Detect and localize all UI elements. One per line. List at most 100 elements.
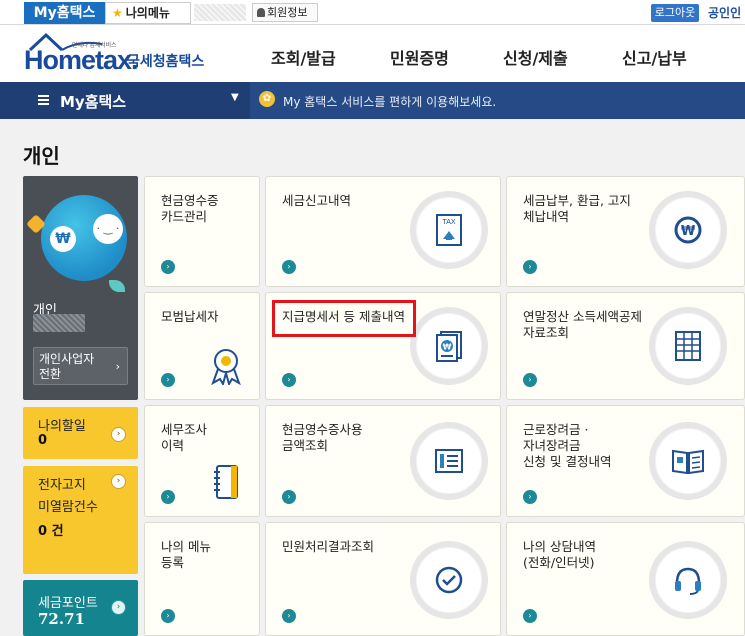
star-icon: ★ xyxy=(112,6,123,20)
unread-count-label: 미열람건수 xyxy=(38,500,98,515)
switch-business-label: 개인사업자 전환 xyxy=(39,352,95,381)
my-hometax-dropdown[interactable]: My홈택스 ▼ xyxy=(0,82,250,119)
card-tax-audit-history[interactable]: 세무조사 이력 › xyxy=(144,405,260,517)
card-tax-payment-history[interactable]: 세금납부, 환급, 고지 체납내역 › ₩ xyxy=(506,176,745,287)
my-menu-label: 나의메뉴 xyxy=(125,6,170,20)
main-header: 언제나 납세서비스 Hometax. 국세청홈택스 조회/발급 민원증명 신청/… xyxy=(0,25,745,80)
go-arrow-icon: › xyxy=(282,260,296,274)
icon-ring: ₩ xyxy=(410,307,488,385)
binder-icon xyxy=(214,465,238,499)
go-arrow-icon: › xyxy=(282,373,296,387)
icon-ring xyxy=(649,307,727,385)
receipt-list-icon xyxy=(435,449,463,473)
headset-icon xyxy=(675,567,701,595)
go-arrow-icon: › xyxy=(523,373,537,387)
caret-down-icon: ▼ xyxy=(231,92,239,103)
my-todo-box[interactable]: 나의할일 0 › xyxy=(23,407,138,459)
logo-subtitle: 국세청홈택스 xyxy=(127,54,205,70)
svg-text:TAX: TAX xyxy=(442,219,455,226)
icon-ring xyxy=(649,422,727,500)
go-arrow-icon: › xyxy=(111,427,126,442)
card-label: 세금신고내역 xyxy=(282,193,352,208)
card-cash-receipt-card[interactable]: 현금영수증 카드관리 › xyxy=(144,176,260,287)
blurred-profile-text xyxy=(33,314,85,332)
go-arrow-icon: › xyxy=(523,260,537,274)
flower-icon: ✿ xyxy=(259,91,275,107)
top-utility-bar: My홈택스 ★ 나의메뉴 회원정보 로그아웃 공인인 xyxy=(0,0,745,25)
go-arrow-icon: › xyxy=(111,600,126,615)
gnb-filing[interactable]: 신고/납부 xyxy=(622,45,687,69)
award-ribbon-icon xyxy=(211,349,241,385)
icon-ring xyxy=(649,541,727,619)
go-arrow-icon: › xyxy=(282,490,296,504)
nav-title: My홈택스 xyxy=(60,93,127,111)
card-label: 세금납부, 환급, 고지 체납내역 xyxy=(523,193,631,224)
hamburger-icon xyxy=(38,95,49,105)
open-book-icon xyxy=(672,449,704,475)
card-label: 나의 상담내역 (전화/인터넷) xyxy=(523,539,596,570)
my-menu-link[interactable]: ★ 나의메뉴 xyxy=(105,2,191,24)
won-coin-icon: ₩ xyxy=(674,216,702,244)
member-info-label: 회원정보 xyxy=(267,6,308,19)
won-icon: ₩ xyxy=(50,226,76,252)
go-arrow-icon: › xyxy=(161,373,175,387)
highlight-box xyxy=(272,300,416,337)
hometax-logo[interactable]: Hometax. xyxy=(24,45,139,76)
my-todo-value: 0 xyxy=(38,433,48,448)
card-civil-result-inquiry[interactable]: 민원처리결과조회 › xyxy=(265,522,501,636)
switch-business-button[interactable]: 개인사업자 전환 › xyxy=(33,347,128,385)
member-info-button[interactable]: 회원정보 xyxy=(252,3,318,22)
e-notice-label: 전자고지 xyxy=(38,478,86,493)
card-year-end-settlement[interactable]: 연말정산 소득세액공제 자료조회 › xyxy=(506,292,745,400)
gnb-application[interactable]: 신청/제출 xyxy=(503,45,568,69)
gnb-certificate[interactable]: 민원증명 xyxy=(390,45,449,69)
card-label: 현금영수증사용 금액조회 xyxy=(282,422,363,453)
my-hometax-tab[interactable]: My홈택스 xyxy=(24,2,105,24)
nav-message: My 홈택스 서비스를 편하게 이용해보세요. xyxy=(283,95,497,109)
card-label: 현금영수증 카드관리 xyxy=(161,193,219,224)
tax-points-label: 세금포인트 xyxy=(38,596,98,611)
e-notice-box[interactable]: 전자고지 미열람건수 0 건 › xyxy=(23,466,138,574)
smile-face-icon: · ‿ · xyxy=(93,214,123,244)
icon-ring: TAX xyxy=(410,191,488,269)
tax-document-icon: TAX xyxy=(436,214,462,246)
icon-ring: ₩ xyxy=(649,191,727,269)
card-earned-income-credit[interactable]: 근로장려금 · 자녀장려금 신청 및 결정내역 › xyxy=(506,405,745,517)
card-label: 모범납세자 xyxy=(161,309,219,324)
icon-ring xyxy=(410,422,488,500)
page-title: 개인 xyxy=(23,144,60,168)
card-label: 나의 메뉴 등록 xyxy=(161,539,211,570)
card-label: 민원처리결과조회 xyxy=(282,539,375,554)
tax-points-value: 72.71 xyxy=(38,610,85,628)
icon-ring xyxy=(410,541,488,619)
check-circle-icon xyxy=(435,566,463,594)
logout-button[interactable]: 로그아웃 xyxy=(651,4,699,22)
certificate-link[interactable]: 공인인 xyxy=(708,4,741,22)
go-arrow-icon: › xyxy=(282,609,296,623)
card-label: 연말정산 소득세액공제 자료조회 xyxy=(523,309,642,340)
card-model-taxpayer[interactable]: 모범납세자 › xyxy=(144,292,260,400)
card-label: 세무조사 이력 xyxy=(161,422,208,453)
go-arrow-icon: › xyxy=(523,609,537,623)
blurred-user-name xyxy=(194,4,246,21)
spreadsheet-icon xyxy=(675,331,701,361)
card-tax-filing-history[interactable]: 세금신고내역 › TAX xyxy=(265,176,501,287)
go-arrow-icon: › xyxy=(161,490,175,504)
chevron-right-icon: › xyxy=(115,360,120,373)
go-arrow-icon: › xyxy=(161,609,175,623)
svg-text:₩: ₩ xyxy=(681,224,696,239)
won-document-icon: ₩ xyxy=(436,331,462,362)
sub-nav-bar: My홈택스 ▼ ✿ My 홈택스 서비스를 편하게 이용해보세요. xyxy=(0,82,745,119)
svg-text:₩: ₩ xyxy=(443,343,452,352)
go-arrow-icon: › xyxy=(111,474,126,489)
person-icon xyxy=(257,8,265,17)
gnb-inquiry[interactable]: 조회/발급 xyxy=(271,45,336,69)
go-arrow-icon: › xyxy=(523,490,537,504)
tax-points-box[interactable]: 세금포인트 72.71 › xyxy=(23,580,138,636)
card-cash-receipt-usage[interactable]: 현금영수증사용 금액조회 › xyxy=(265,405,501,517)
card-my-consultation[interactable]: 나의 상담내역 (전화/인터넷) › xyxy=(506,522,745,636)
go-arrow-icon: › xyxy=(161,260,175,274)
my-todo-label: 나의할일 xyxy=(38,419,86,434)
card-my-menu-register[interactable]: 나의 메뉴 등록 › xyxy=(144,522,260,636)
card-label: 근로장려금 · 자녀장려금 신청 및 결정내역 xyxy=(523,422,612,469)
